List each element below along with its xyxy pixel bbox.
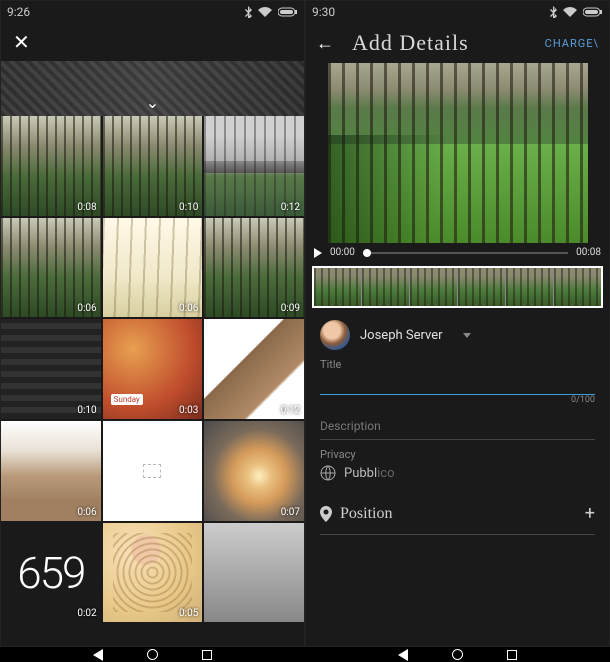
- video-thumbnail[interactable]: 0:09: [204, 218, 304, 318]
- video-thumbnail[interactable]: 0:08: [1, 116, 101, 216]
- trim-filmstrip[interactable]: [312, 266, 603, 308]
- video-preview[interactable]: [328, 63, 588, 243]
- video-thumbnail[interactable]: 0:10: [103, 116, 203, 216]
- privacy-wrap: Privacy Pubblico: [320, 448, 595, 481]
- duration-label: 0:06: [77, 507, 96, 518]
- time-current: 00:00: [330, 247, 355, 258]
- account-dropdown-icon[interactable]: [463, 333, 471, 338]
- title-label: Title: [320, 358, 595, 371]
- video-grid: 0:080:100:120:060:060:090:10Sunday0:030:…: [1, 116, 304, 646]
- position-label: Position: [340, 505, 392, 523]
- username: Joseph Server: [360, 328, 443, 343]
- bluetooth-icon: [550, 6, 557, 18]
- globe-icon: [320, 465, 336, 481]
- android-nav-bars: [0, 647, 610, 662]
- duration-label: 0:10: [179, 202, 198, 213]
- avatar: [320, 320, 350, 350]
- status-bar: 9:30: [306, 1, 609, 23]
- video-thumbnail[interactable]: 0:06: [1, 218, 101, 318]
- duration-label: 0:12: [281, 202, 300, 213]
- top-bar: ✕: [1, 23, 304, 61]
- video-thumbnail[interactable]: 0:10: [1, 319, 101, 419]
- duration-label: 0:06: [179, 303, 198, 314]
- video-thumbnail[interactable]: Sunday0:03: [103, 319, 203, 419]
- nav-home-icon[interactable]: [452, 649, 463, 660]
- user-row[interactable]: Joseph Server: [320, 320, 595, 350]
- video-thumbnail[interactable]: 0:12: [204, 116, 304, 216]
- wifi-icon: [563, 7, 577, 17]
- duration-label: 0:12: [281, 405, 300, 416]
- video-thumbnail[interactable]: [204, 523, 304, 623]
- position-row[interactable]: Position +: [320, 503, 595, 535]
- page-title: Add Details: [352, 30, 469, 56]
- form: Joseph Server Title 0/100 Description Pr…: [306, 312, 609, 543]
- duration-label: 0:06: [77, 303, 96, 314]
- status-bar: 9:26: [1, 1, 304, 23]
- time-total: 00:08: [576, 247, 601, 258]
- header: ← Add Details CHARGE\: [306, 23, 609, 63]
- duration-label: 0:02: [77, 608, 96, 619]
- gallery-screen: 9:26 ✕ ⌄ 0:08 0:10 0:12 0:06 0:06 0:09 0:10 Sun…: [0, 0, 305, 647]
- duration-label: 0:05: [179, 608, 198, 619]
- clock: 9:30: [312, 5, 335, 19]
- video-thumbnail[interactable]: 0:07: [204, 421, 304, 521]
- upload-action[interactable]: CHARGE\: [545, 37, 599, 50]
- add-position-icon[interactable]: +: [585, 503, 595, 524]
- nav-recents-icon[interactable]: [202, 650, 212, 660]
- details-screen: 9:30 ← Add Details CHARGE\ 00:00 00:08: [305, 0, 610, 647]
- privacy-selector[interactable]: Pubblico: [320, 461, 595, 481]
- description-input[interactable]: Description: [320, 413, 595, 440]
- duration-label: 0:07: [281, 507, 300, 518]
- wifi-icon: [258, 7, 272, 17]
- battery-icon: [278, 7, 298, 17]
- video-thumbnail[interactable]: [103, 421, 203, 521]
- bluetooth-icon: [245, 6, 252, 18]
- battery-icon: [583, 7, 603, 17]
- video-thumbnail[interactable]: 6590:02: [1, 523, 101, 623]
- seek-track[interactable]: [363, 252, 568, 254]
- video-thumbnail[interactable]: 0:06: [103, 218, 203, 318]
- nav-home-icon[interactable]: [147, 649, 158, 660]
- title-input[interactable]: [320, 371, 595, 395]
- play-icon[interactable]: [314, 248, 322, 258]
- chevron-down-icon[interactable]: ⌄: [146, 93, 159, 112]
- duration-label: 0:10: [77, 405, 96, 416]
- nav-recents-icon[interactable]: [507, 650, 517, 660]
- nav-back-icon[interactable]: [398, 649, 408, 661]
- back-icon[interactable]: ←: [316, 33, 334, 54]
- seek-thumb[interactable]: [363, 249, 371, 257]
- video-thumbnail[interactable]: 0:06: [1, 421, 101, 521]
- title-counter: 0/100: [320, 395, 595, 405]
- close-icon[interactable]: ✕: [13, 30, 30, 54]
- duration-label: 0:08: [77, 202, 96, 213]
- nav-back-icon[interactable]: [93, 649, 103, 661]
- progress-bar: 00:00 00:08: [306, 243, 609, 262]
- duration-label: 0:03: [179, 405, 198, 416]
- pin-icon: [320, 506, 332, 522]
- privacy-label: Privacy: [320, 448, 595, 461]
- video-thumbnail[interactable]: 0:12: [204, 319, 304, 419]
- clock: 9:26: [7, 5, 30, 19]
- duration-label: 0:09: [281, 303, 300, 314]
- title-field-wrap: Title 0/100: [320, 358, 595, 405]
- selected-banner[interactable]: ⌄: [1, 61, 304, 116]
- video-thumbnail[interactable]: 0:05: [103, 523, 203, 623]
